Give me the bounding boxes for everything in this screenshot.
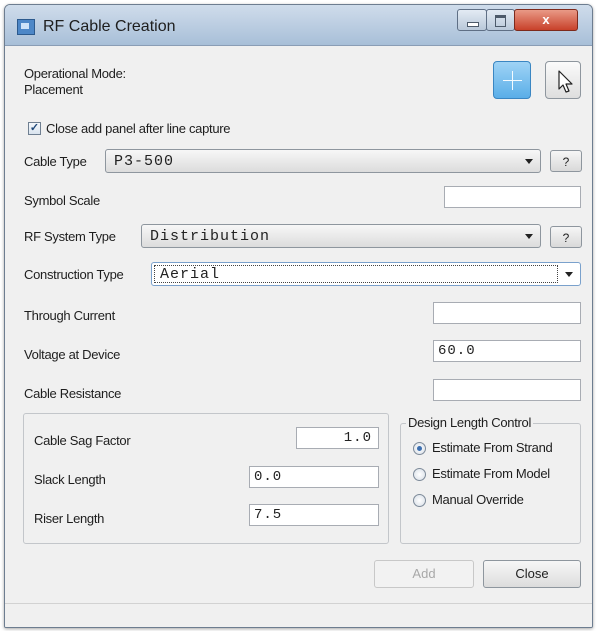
chevron-down-icon [565, 272, 573, 277]
cable-resistance-input[interactable] [433, 379, 581, 401]
slack-length-input[interactable]: 0.0 [249, 466, 379, 488]
cable-type-help-button[interactable]: ? [550, 150, 582, 172]
construction-type-label: Construction Type [24, 267, 124, 282]
operational-mode-label: Operational Mode: [24, 66, 126, 81]
cable-sag-factor-input[interactable]: 1.0 [296, 427, 379, 449]
rf-system-type-label: RF System Type [24, 229, 116, 244]
maximize-icon [495, 15, 506, 27]
cable-resistance-label: Cable Resistance [24, 386, 122, 401]
close-window-button[interactable]: x [514, 9, 578, 31]
estimate-from-model-label[interactable]: Estimate From Model [432, 466, 550, 481]
minimize-button[interactable] [457, 9, 487, 31]
voltage-at-device-label: Voltage at Device [24, 347, 121, 362]
rf-cable-creation-window: RF Cable Creation x Operational Mode: Pl… [4, 4, 593, 628]
riser-length-label: Riser Length [34, 511, 105, 526]
rf-system-type-help-button[interactable]: ? [550, 226, 582, 248]
add-button[interactable]: Add [374, 560, 474, 588]
manual-override-radio[interactable] [413, 494, 426, 507]
chevron-down-icon [525, 234, 533, 239]
estimate-from-strand-radio[interactable] [413, 442, 426, 455]
pointer-arrow-icon [558, 70, 573, 93]
check-icon: ✓ [29, 122, 40, 134]
cable-sag-factor-label: Cable Sag Factor [34, 433, 131, 448]
riser-length-input[interactable]: 7.5 [249, 504, 379, 526]
cable-type-select[interactable]: P3-500 [105, 149, 541, 173]
design-length-control-title: Design Length Control [406, 415, 534, 430]
through-current-label: Through Current [24, 308, 115, 323]
pointer-tool-button[interactable] [545, 61, 581, 99]
slack-length-label: Slack Length [34, 472, 106, 487]
crosshair-tool-button[interactable] [493, 61, 531, 99]
symbol-scale-input[interactable] [444, 186, 581, 208]
app-icon [17, 19, 35, 35]
estimate-from-strand-label[interactable]: Estimate From Strand [432, 440, 553, 455]
close-icon: x [542, 12, 550, 27]
close-after-capture-label[interactable]: Close add panel after line capture [46, 121, 231, 136]
window-title: RF Cable Creation [43, 18, 176, 35]
voltage-at-device-input[interactable]: 60.0 [433, 340, 581, 362]
operational-mode-value: Placement [24, 82, 83, 97]
rf-system-type-value: Distribution [150, 228, 271, 245]
status-bar [5, 603, 592, 627]
title-bar[interactable]: RF Cable Creation x [5, 5, 592, 46]
cable-type-value: P3-500 [114, 153, 175, 170]
focus-ring [154, 265, 558, 283]
manual-override-label[interactable]: Manual Override [432, 492, 524, 507]
through-current-input[interactable] [433, 302, 581, 324]
close-button[interactable]: Close [483, 560, 581, 588]
minimize-icon [467, 22, 479, 27]
estimate-from-model-radio[interactable] [413, 468, 426, 481]
symbol-scale-label: Symbol Scale [24, 193, 100, 208]
construction-type-select[interactable]: Aerial [151, 262, 581, 286]
rf-system-type-select[interactable]: Distribution [141, 224, 541, 248]
cable-type-label: Cable Type [24, 154, 87, 169]
chevron-down-icon [525, 159, 533, 164]
maximize-button[interactable] [486, 9, 515, 31]
close-after-capture-checkbox[interactable]: ✓ [28, 122, 41, 135]
